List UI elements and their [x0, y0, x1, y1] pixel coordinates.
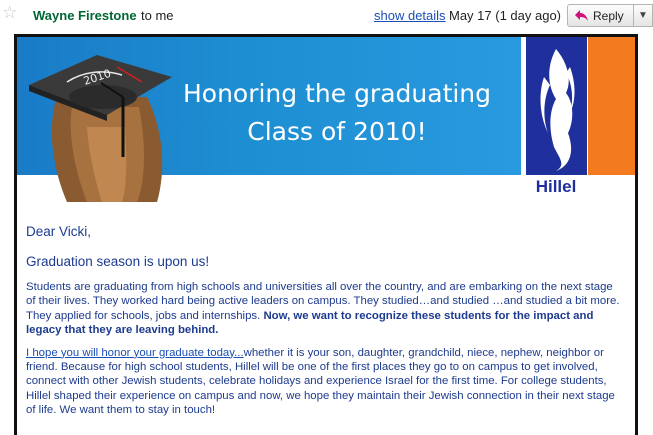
- email-content: Dear Vicki, Graduation season is upon us…: [26, 223, 624, 426]
- graduate-photo: 2010: [29, 55, 172, 202]
- reply-arrow-icon: [575, 10, 588, 21]
- banner-title-line2: Class of 2010!: [247, 117, 427, 146]
- reply-button[interactable]: Reply: [567, 4, 634, 27]
- show-details-link[interactable]: show details: [374, 8, 446, 23]
- email-subhead: Graduation season is upon us!: [26, 254, 210, 269]
- banner-title-line1: Honoring the graduating: [182, 79, 492, 108]
- recipient-text: to me: [141, 8, 174, 23]
- honor-graduate-link[interactable]: I hope you will honor your graduate toda…: [26, 347, 244, 359]
- reply-label: Reply: [593, 9, 624, 23]
- star-icon[interactable]: ☆: [2, 4, 17, 21]
- hillel-logo-text: Hillel: [535, 177, 577, 196]
- email-body-frame: 2010 Honoring the graduating Class of 20…: [14, 34, 638, 435]
- hillel-logo-background: [526, 37, 587, 175]
- orange-accent-bar: [588, 37, 635, 175]
- more-options-button[interactable]: ▼: [634, 4, 653, 27]
- paragraph-honor: I hope you will honor your graduate toda…: [26, 346, 624, 418]
- message-header: ☆ Wayne Firestone to me show details May…: [0, 0, 653, 31]
- sender-name[interactable]: Wayne Firestone: [33, 8, 137, 23]
- graduation-banner: 2010 Honoring the graduating Class of 20…: [17, 37, 635, 202]
- flame-icon: [540, 49, 575, 171]
- dropdown-arrow-icon: ▼: [638, 10, 648, 21]
- paragraph-students: Students are graduating from high school…: [26, 280, 624, 338]
- hillel-logo: Hillel: [524, 37, 588, 197]
- banner-title: Honoring the graduating Class of 2010!: [167, 75, 507, 151]
- message-date: May 17 (1 day ago): [449, 8, 562, 23]
- email-greeting: Dear Vicki,: [26, 224, 92, 239]
